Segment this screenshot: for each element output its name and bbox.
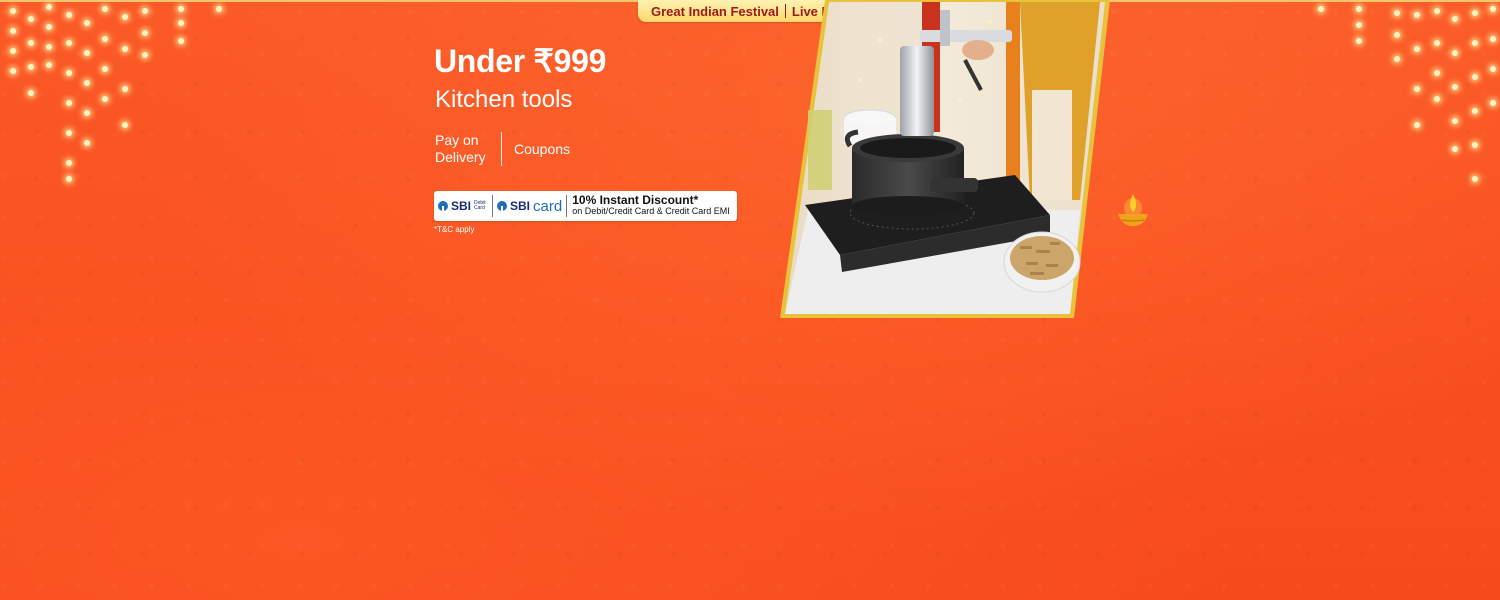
offer-copy: 10% Instant Discount* on Debit/Credit Ca…	[567, 193, 730, 217]
debit-label-line2: Card	[474, 205, 485, 211]
terms-note: *T&C apply	[434, 225, 475, 234]
offer-title: 10% Instant Discount*	[572, 193, 699, 207]
sbi-card-logo: SBI card	[493, 191, 566, 221]
benefits-divider	[501, 132, 502, 166]
benefit-pod-line1: Pay on	[435, 132, 479, 148]
string-lights-right-icon	[1270, 0, 1500, 190]
sbi-card-suffix: card	[533, 197, 563, 215]
benefits-row: Pay on Delivery Coupons	[435, 132, 570, 166]
string-lights-left-icon	[0, 0, 230, 190]
sbi-bank-name: SBI	[451, 199, 472, 213]
bank-offer-strip[interactable]: SBI Debit Card SBI card 10% Instant Disc…	[434, 191, 737, 221]
sbi-debit-label: Debit Card	[474, 201, 488, 211]
festival-name: Great Indian Festival	[651, 3, 779, 19]
diya-lamp-icon	[1118, 194, 1148, 226]
sbi-debit-logo: SBI Debit Card	[434, 191, 492, 221]
benefit-pod-line2: Delivery	[435, 149, 486, 165]
sbi-logo-icon	[438, 201, 448, 211]
kitchen-press-induction-photo[interactable]	[780, 0, 1110, 318]
sbi-card-logo-icon	[497, 201, 508, 211]
promo-banner[interactable]: Great Indian Festival Live Now Under ₹99…	[0, 0, 1500, 600]
benefit-coupons: Coupons	[514, 141, 571, 157]
headline-price: Under ₹999	[434, 43, 607, 79]
category-title: Kitchen tools	[435, 86, 573, 113]
offer-subtitle: on Debit/Credit Card & Credit Card EMI	[572, 206, 730, 216]
sbi-card-prefix: SBI	[510, 199, 531, 213]
benefit-pay-on-delivery: Pay on Delivery	[435, 132, 491, 166]
